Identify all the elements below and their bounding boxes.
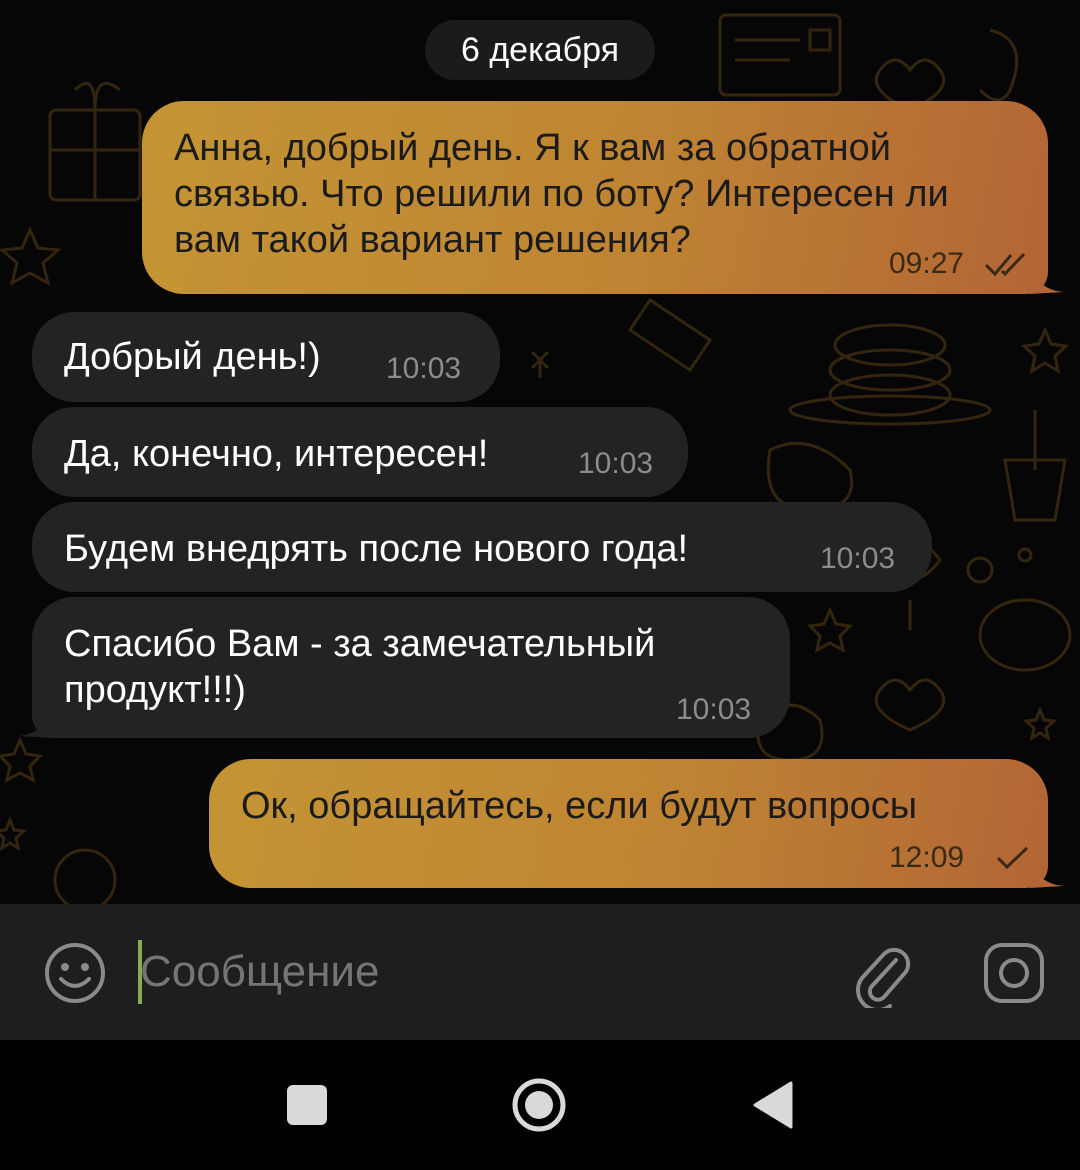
paperclip-icon[interactable] (852, 938, 914, 1008)
message-outgoing[interactable]: Ок, обращайтесь, если будут вопросы 12:0… (209, 759, 1048, 888)
triangle-back-icon[interactable] (751, 1080, 795, 1130)
message-input[interactable] (140, 940, 820, 1004)
double-check-icon (984, 252, 1026, 277)
emoji-icon[interactable] (43, 941, 107, 1005)
date-separator: 6 декабря (425, 20, 655, 80)
message-text: Анна, добрый день. Я к вам за обратной с… (174, 127, 949, 261)
message-incoming[interactable]: Да, конечно, интересен! 10:03 (32, 407, 688, 497)
circle-icon[interactable] (511, 1077, 567, 1133)
message-incoming[interactable]: Спасибо Вам - за замечательный продукт!!… (32, 597, 790, 738)
message-text: Да, конечно, интересен! (64, 433, 489, 475)
check-icon (996, 846, 1029, 870)
message-incoming[interactable]: Добрый день!) 10:03 (32, 312, 500, 402)
camera-icon[interactable] (982, 941, 1046, 1005)
message-incoming[interactable]: Будем внедрять после нового года! 10:03 (32, 502, 932, 592)
message-time: 10:03 (820, 542, 896, 575)
message-text: Ок, обращайтесь, если будут вопросы (241, 785, 918, 827)
message-time: 12:09 (889, 841, 965, 874)
message-time: 10:03 (578, 447, 654, 480)
message-time: 10:03 (676, 693, 752, 726)
message-text: Будем внедрять после нового года! (64, 528, 689, 570)
message-outgoing[interactable]: Анна, добрый день. Я к вам за обратной с… (142, 101, 1048, 294)
square-icon[interactable] (287, 1085, 327, 1125)
message-text: Добрый день!) (64, 336, 321, 378)
message-time: 10:03 (386, 352, 462, 385)
chat-area[interactable]: 6 декабря Анна, добрый день. Я к вам за … (0, 0, 1080, 904)
message-text: Спасибо Вам - за замечательный продукт!!… (64, 623, 656, 711)
message-time: 09:27 (889, 247, 965, 280)
